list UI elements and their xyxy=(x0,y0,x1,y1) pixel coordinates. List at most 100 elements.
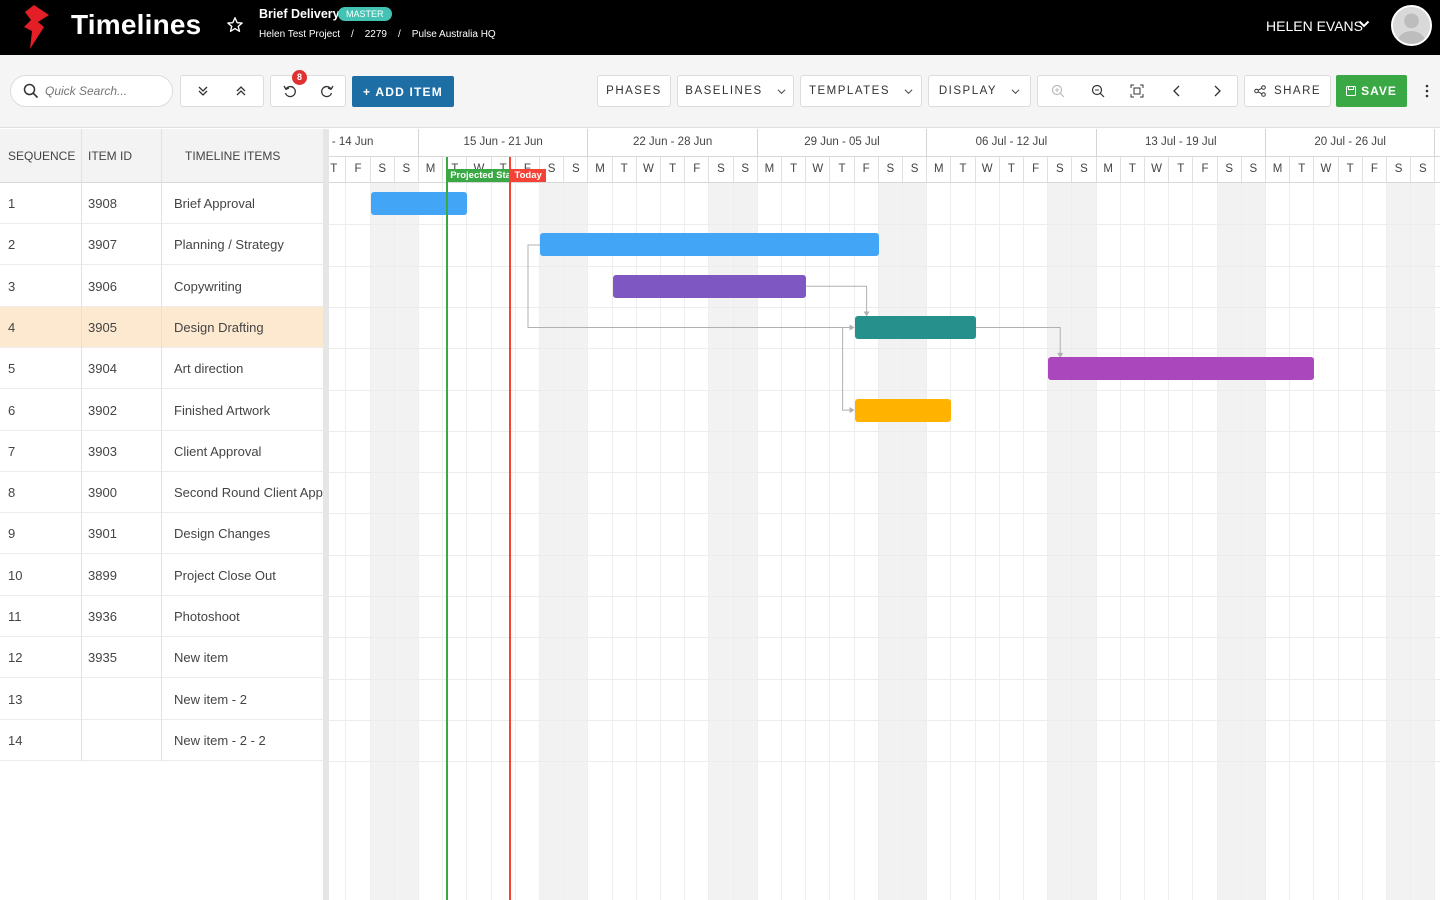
gantt-chart: 08 Jun - 14 Jun15 Jun - 21 Jun22 Jun - 2… xyxy=(329,129,1440,900)
chevron-down-icon[interactable] xyxy=(1358,18,1370,30)
gantt-bar[interactable] xyxy=(540,233,879,257)
cell-item-name[interactable]: Project Close Out xyxy=(174,555,324,596)
add-item-button[interactable]: + ADD ITEM xyxy=(352,76,454,107)
table-row[interactable]: 13 New item - 2 xyxy=(0,679,324,720)
toolbar: PHASES BASELINES TEMPLATES DISPLAY SHARE xyxy=(0,55,1440,128)
breadcrumb-separator: / xyxy=(398,29,401,40)
link-design-art[interactable] xyxy=(975,327,1061,356)
table-row[interactable]: 7 3903 Client Approval xyxy=(0,431,324,472)
display-dropdown[interactable]: DISPLAY xyxy=(928,75,1031,107)
table-row[interactable]: 1 3908 Brief Approval xyxy=(0,183,324,224)
cell-item-name[interactable]: New item - 2 xyxy=(174,679,324,720)
avatar[interactable] xyxy=(1391,5,1432,46)
gantt-bar[interactable] xyxy=(1048,357,1315,381)
cell-item-name[interactable]: Planning / Strategy xyxy=(174,224,324,265)
double-chevron-down-icon xyxy=(198,86,208,96)
link-arrow-icon xyxy=(849,324,855,331)
gantt-bar[interactable] xyxy=(370,192,468,216)
save-disk-icon xyxy=(1346,86,1357,96)
zoom-out-button[interactable] xyxy=(1079,76,1117,106)
cell-item-name[interactable]: Design Changes xyxy=(174,513,324,554)
table-row[interactable]: 14 New item - 2 - 2 xyxy=(0,720,324,761)
cell-sequence: 13 xyxy=(8,691,23,707)
table-row[interactable]: 12 3935 New item xyxy=(0,637,324,679)
column-header-item-id[interactable]: ITEM ID xyxy=(88,129,132,183)
expand-all-button[interactable] xyxy=(184,76,222,106)
breadcrumb-client[interactable]: Pulse Australia HQ xyxy=(412,29,496,40)
templates-dropdown[interactable]: TEMPLATES xyxy=(800,75,922,107)
table-row[interactable]: 5 3904 Art direction xyxy=(0,348,324,390)
search-input[interactable] xyxy=(45,84,160,98)
cell-item-id: 3904 xyxy=(88,361,117,377)
cell-item-name[interactable]: Brief Approval xyxy=(174,183,324,224)
phases-button[interactable]: PHASES xyxy=(597,75,671,107)
column-divider xyxy=(81,129,82,761)
next-button[interactable] xyxy=(1198,76,1236,106)
cell-sequence: 11 xyxy=(8,609,22,624)
table-row[interactable]: 2 3907 Planning / Strategy xyxy=(0,224,324,266)
save-button[interactable]: SAVE xyxy=(1336,75,1407,107)
grid-header: SEQUENCE ITEM ID TIMELINE ITEMS xyxy=(0,129,324,183)
cell-item-id: 3903 xyxy=(88,443,117,459)
table-row[interactable]: 3 3906 Copywriting xyxy=(0,266,324,307)
table-row[interactable]: 8 3900 Second Round Client Approval xyxy=(0,472,324,514)
cell-sequence: 5 xyxy=(8,361,16,377)
quick-search[interactable] xyxy=(10,75,173,107)
table-row[interactable]: 4 3905 Design Drafting xyxy=(0,306,324,348)
zoom-navigation-group xyxy=(1037,75,1238,107)
fit-to-screen-button[interactable] xyxy=(1118,76,1156,106)
breadcrumb-project[interactable]: Helen Test Project xyxy=(259,29,340,40)
column-header-sequence[interactable]: SEQUENCE xyxy=(8,129,75,183)
table-row[interactable]: 10 3899 Project Close Out xyxy=(0,555,324,596)
column-header-timeline-items[interactable]: TIMELINE ITEMS xyxy=(185,129,280,183)
chevron-down-icon xyxy=(904,88,913,94)
app-title: Timelines xyxy=(71,9,202,40)
link-copy-design[interactable] xyxy=(806,285,868,315)
breadcrumb-job-number[interactable]: 2279 xyxy=(365,29,387,40)
cell-item-name[interactable]: New item - 2 - 2 xyxy=(174,720,324,761)
cell-item-name[interactable]: Photoshoot xyxy=(174,596,324,637)
cell-item-name[interactable]: Copywriting xyxy=(174,266,324,307)
table-row[interactable]: 9 3901 Design Changes xyxy=(0,513,324,555)
cell-sequence: 12 xyxy=(8,650,23,666)
master-badge: MASTER xyxy=(338,7,392,21)
cell-item-id xyxy=(88,720,158,761)
zoom-out-icon xyxy=(1091,84,1105,98)
cell-item-name[interactable]: Client Approval xyxy=(174,431,324,472)
gantt-bar[interactable] xyxy=(612,274,807,298)
lightning-logo-icon[interactable] xyxy=(22,5,50,49)
baselines-dropdown[interactable]: BASELINES xyxy=(677,75,794,107)
cell-item-id: 3902 xyxy=(88,402,117,418)
brief-title[interactable]: Brief Delivery xyxy=(259,7,340,21)
link-design-artwork[interactable] xyxy=(842,327,853,411)
table-row[interactable]: 6 3902 Finished Artwork xyxy=(0,390,324,431)
cell-sequence: 1 xyxy=(8,196,16,211)
redo-button[interactable] xyxy=(308,76,345,106)
cell-item-name[interactable]: Design Drafting xyxy=(174,307,324,348)
gantt-bar[interactable] xyxy=(854,398,952,422)
star-icon[interactable] xyxy=(226,16,244,34)
undo-redo-group xyxy=(270,75,346,107)
previous-button[interactable] xyxy=(1158,76,1196,106)
zoom-in-button[interactable] xyxy=(1039,76,1077,106)
cell-item-name[interactable]: Second Round Client Approval xyxy=(174,472,324,513)
cell-sequence: 14 xyxy=(8,732,23,748)
cell-sequence: 7 xyxy=(8,443,16,459)
today-tag: Today xyxy=(510,169,546,182)
share-button[interactable]: SHARE xyxy=(1244,75,1331,107)
more-options-icon[interactable] xyxy=(1424,83,1430,99)
link-arrow-icon xyxy=(849,407,855,414)
cell-item-name[interactable]: Finished Artwork xyxy=(174,390,324,431)
save-label: SAVE xyxy=(1361,84,1397,98)
cell-item-name[interactable]: New item xyxy=(174,637,324,678)
cell-item-id: 3907 xyxy=(88,237,117,253)
table-row[interactable]: 11 3936 Photoshoot xyxy=(0,596,324,637)
chevron-down-icon xyxy=(1011,88,1020,94)
user-name[interactable]: HELEN EVANS xyxy=(1266,18,1363,34)
collapse-all-button[interactable] xyxy=(222,76,260,106)
cell-sequence: 3 xyxy=(8,278,16,294)
gantt-bar[interactable] xyxy=(854,316,976,340)
undo-count-badge: 8 xyxy=(292,70,307,85)
cell-item-name[interactable]: Art direction xyxy=(174,348,324,389)
phases-label: PHASES xyxy=(606,85,662,97)
